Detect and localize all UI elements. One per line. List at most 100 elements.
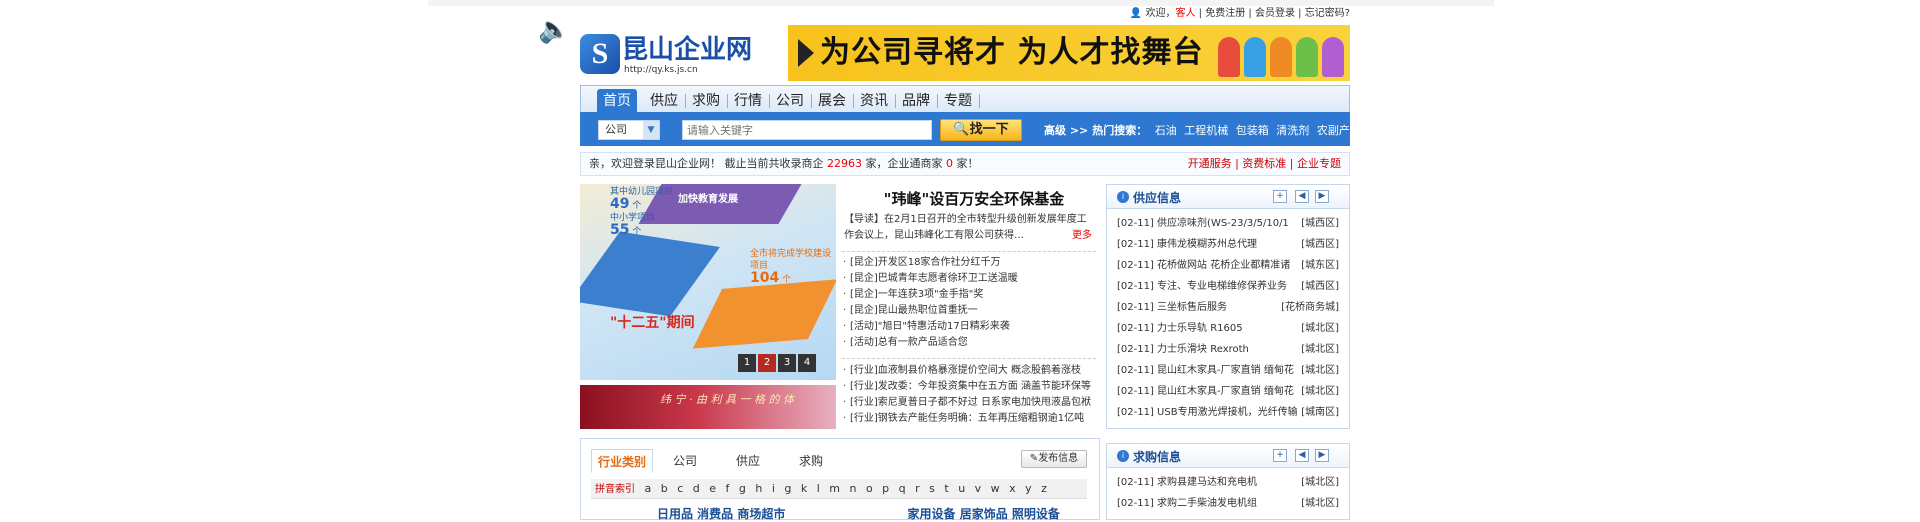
next-icon[interactable]: ▶ <box>1315 190 1329 203</box>
tab-brand[interactable]: 品牌 <box>899 89 933 113</box>
welcome-text: 欢迎， <box>1145 8 1176 19</box>
tab-company[interactable]: 公司 <box>773 89 807 113</box>
list-item[interactable]: [02-11] 力士乐滑块 Rexroth [城北区] <box>1117 339 1339 360</box>
lead-text: 【导读】在2月1日召开的全市转型升级创新发展年度工作会议上，昆山玮峰化工有限公司… <box>844 214 1087 241</box>
login-link[interactable]: 会员登录 <box>1255 8 1295 19</box>
service-link[interactable]: 开通服务 <box>1188 157 1232 170</box>
news-item[interactable]: [行业]索尼夏普日子都不好过 日系家电加快甩液晶包袱 <box>842 395 1098 411</box>
info-icon: i <box>1117 450 1129 462</box>
user-links: 👤 欢迎，客人 | 免费注册 | 会员登录 | 忘记密码? <box>1129 8 1350 19</box>
company-count: 22963 <box>827 157 862 170</box>
category-group[interactable]: 家用设备 居家饰品 照明设备 <box>908 507 1060 521</box>
slide-stat: 全市将完成学校建设项目 104 个 <box>750 249 832 286</box>
hot-term[interactable]: 包装箱 <box>1236 124 1269 137</box>
advanced-search-link[interactable]: 高级 >> <box>1044 124 1088 137</box>
prev-icon[interactable]: ◀ <box>1295 190 1309 203</box>
tab-expo[interactable]: 展会 <box>815 89 849 113</box>
ad-banner[interactable]: 纬 宁 · 由 利 具 一 格 的 体 <box>580 385 836 429</box>
pricing-link[interactable]: 资费标准 <box>1242 157 1286 170</box>
welcome-bar: 亲，欢迎登录昆山企业网！ 截止当前共收录商企 22963 家，企业通商家 0 家… <box>580 152 1350 176</box>
register-link[interactable]: 免费注册 <box>1205 8 1245 19</box>
news-item[interactable]: [活动]"旭日"特惠活动17日精彩来袭 <box>842 319 1098 335</box>
logo-url: http://qy.ks.js.cn <box>624 65 698 75</box>
search-input[interactable] <box>682 120 932 140</box>
news-item[interactable]: [行业]钢铁去产能任务明确：五年再压缩粗钢逾1亿吨 <box>842 411 1098 427</box>
feature-slideshow[interactable]: 其中幼儿园项目 49 个中小学项目 55 个 加快教育发展 全市将完成学校建设项目 1… <box>580 184 836 380</box>
list-item[interactable]: [02-11] 三坐标售后服务 [花桥商务城] <box>1117 297 1339 318</box>
list-item[interactable]: [02-11] 花桥做网站 花桥企业都精准诸 [城东区] <box>1117 255 1339 276</box>
news-item[interactable]: [活动]总有一款产品适合您 <box>842 335 1098 351</box>
hot-term[interactable]: 农副产品 <box>1317 124 1361 137</box>
post-info-button[interactable]: ✎发布信息 <box>1021 450 1087 468</box>
local-news-list: [昆企]开发区18家合作社分红千万 [昆企]巴城青年志愿者徐环卫工送温暖 [昆企… <box>842 255 1098 351</box>
tab-home[interactable]: 首页 <box>597 89 637 113</box>
next-icon[interactable]: ▶ <box>1315 449 1329 462</box>
slide-page-2[interactable]: 2 <box>758 354 776 372</box>
more-link[interactable]: 更多 <box>1072 228 1092 244</box>
category-group[interactable]: 日用品 消费品 商场超市 <box>657 507 785 521</box>
tab-market[interactable]: 行情 <box>731 89 765 113</box>
search-icon: 🔍 <box>953 122 970 137</box>
tab-supply[interactable]: 供应 <box>647 89 681 113</box>
person-figure-icon <box>1270 37 1292 77</box>
news-item[interactable]: [行业]血液制县价格暴涨提价空间大 概念股鹤着涨枝 <box>842 363 1098 379</box>
slide-caption: 加快教育发展 <box>678 194 738 205</box>
search-button[interactable]: 🔍找一下 <box>940 119 1022 141</box>
pinyin-letters[interactable]: a b c d e f g h i g k l m n o p q r s t … <box>645 482 1050 495</box>
prev-icon[interactable]: ◀ <box>1295 449 1309 462</box>
logo-name: 昆山企业网 <box>622 35 753 64</box>
hot-term[interactable]: 清洗剂 <box>1276 124 1309 137</box>
list-item[interactable]: [02-11] 昆山红木家具-厂家直销 缅甸花 [城北区] <box>1117 381 1339 402</box>
news-item[interactable]: [昆企]一年连获3项"金手指"奖 <box>842 287 1098 303</box>
news-item[interactable]: [行业]发改委：今年投资集中在五方面 涵盖节能环保等 <box>842 379 1098 395</box>
news-item[interactable]: [昆企]巴城青年志愿者徐环卫工送温暖 <box>842 271 1098 287</box>
hot-term[interactable]: 石油 <box>1155 124 1177 137</box>
list-item[interactable]: [02-11] USB专用激光焊接机，光纤传输 [城南区] <box>1117 402 1339 423</box>
welcome-text: 家，企业通商家 <box>862 157 946 170</box>
tab-industry[interactable]: 行业类别 <box>591 449 654 473</box>
list-item[interactable]: [02-11] 专注、专业电梯维修保养业务 [城西区] <box>1117 276 1339 297</box>
feature-lead: 【导读】在2月1日召开的全市转型升级创新发展年度工作会议上，昆山玮峰化工有限公司… <box>844 212 1092 244</box>
plus-icon[interactable]: + <box>1273 449 1287 462</box>
tab-purchase[interactable]: 求购 <box>689 89 723 113</box>
list-item[interactable]: [02-11] 康伟龙模糊苏州总代理 [城西区] <box>1117 234 1339 255</box>
hot-term[interactable]: 昆山 <box>1368 124 1390 137</box>
feature-headline[interactable]: "玮峰"设百万安全环保基金 <box>848 188 1100 209</box>
slide-stat: 其中幼儿园项目 49 个中小学项目 55 个 <box>610 187 674 238</box>
tab-company[interactable]: 公司 <box>673 449 697 473</box>
tab-topics[interactable]: 专题 <box>941 89 975 113</box>
banner-slogan: 为公司寻将才 为人才找舞台 <box>820 35 1204 70</box>
panel-title: 求购信息 <box>1133 450 1182 464</box>
panel-title: 供应信息 <box>1133 191 1182 205</box>
main-nav: 首页 供应 求购 行情 公司 展会 资讯 品牌 专题 <box>580 85 1350 113</box>
tab-supply[interactable]: 供应 <box>736 449 760 473</box>
tab-news[interactable]: 资讯 <box>857 89 891 113</box>
welcome-text: 家！ <box>953 157 979 170</box>
site-logo[interactable]: S 昆山企业网 http://qy.ks.js.cn <box>580 34 752 76</box>
forgot-password-link[interactable]: 忘记密码? <box>1305 8 1350 19</box>
search-category-select[interactable]: 公司 ▼ <box>598 120 660 140</box>
info-icon: i <box>1117 191 1129 203</box>
list-item[interactable]: [02-11] 力士乐导轨 R1605 [城北区] <box>1117 318 1339 339</box>
merchant-count: 0 <box>946 157 953 170</box>
list-item[interactable]: [02-11] 供应凉味剂(WS-23/3/5/10/1 [城西区] <box>1117 213 1339 234</box>
plus-icon[interactable]: + <box>1273 190 1287 203</box>
list-item[interactable]: [02-11] 求购县建马达和充电机 [城北区] <box>1117 472 1339 493</box>
slide-page-1[interactable]: 1 <box>738 354 756 372</box>
tab-purchase[interactable]: 求购 <box>799 449 823 473</box>
slide-page-4[interactable]: 4 <box>798 354 816 372</box>
post-info-label: 发布信息 <box>1038 453 1079 464</box>
hot-search-label: 热门搜索： <box>1092 124 1148 137</box>
hot-term[interactable]: 工程机械 <box>1184 124 1228 137</box>
recruitment-banner[interactable]: 为公司寻将才 为人才找舞台 <box>788 25 1350 81</box>
news-item[interactable]: [昆企]昆山最热职位首重抚一 <box>842 303 1098 319</box>
speaker-icon[interactable]: 🔈 <box>538 14 570 46</box>
topics-link[interactable]: 企业专题 <box>1297 157 1341 170</box>
search-button-label: 找一下 <box>969 122 1009 137</box>
news-item[interactable]: [昆企]开发区18家合作社分红千万 <box>842 255 1098 271</box>
list-item[interactable]: [02-11] 昆山红木家具-厂家直销 缅甸花 [城北区] <box>1117 360 1339 381</box>
slide-page-3[interactable]: 3 <box>778 354 796 372</box>
chevron-down-icon[interactable]: ▼ <box>643 121 659 139</box>
list-item[interactable]: [02-11] 求购二手柴油发电机组 [城北区] <box>1117 493 1339 514</box>
person-figure-icon <box>1322 37 1344 77</box>
